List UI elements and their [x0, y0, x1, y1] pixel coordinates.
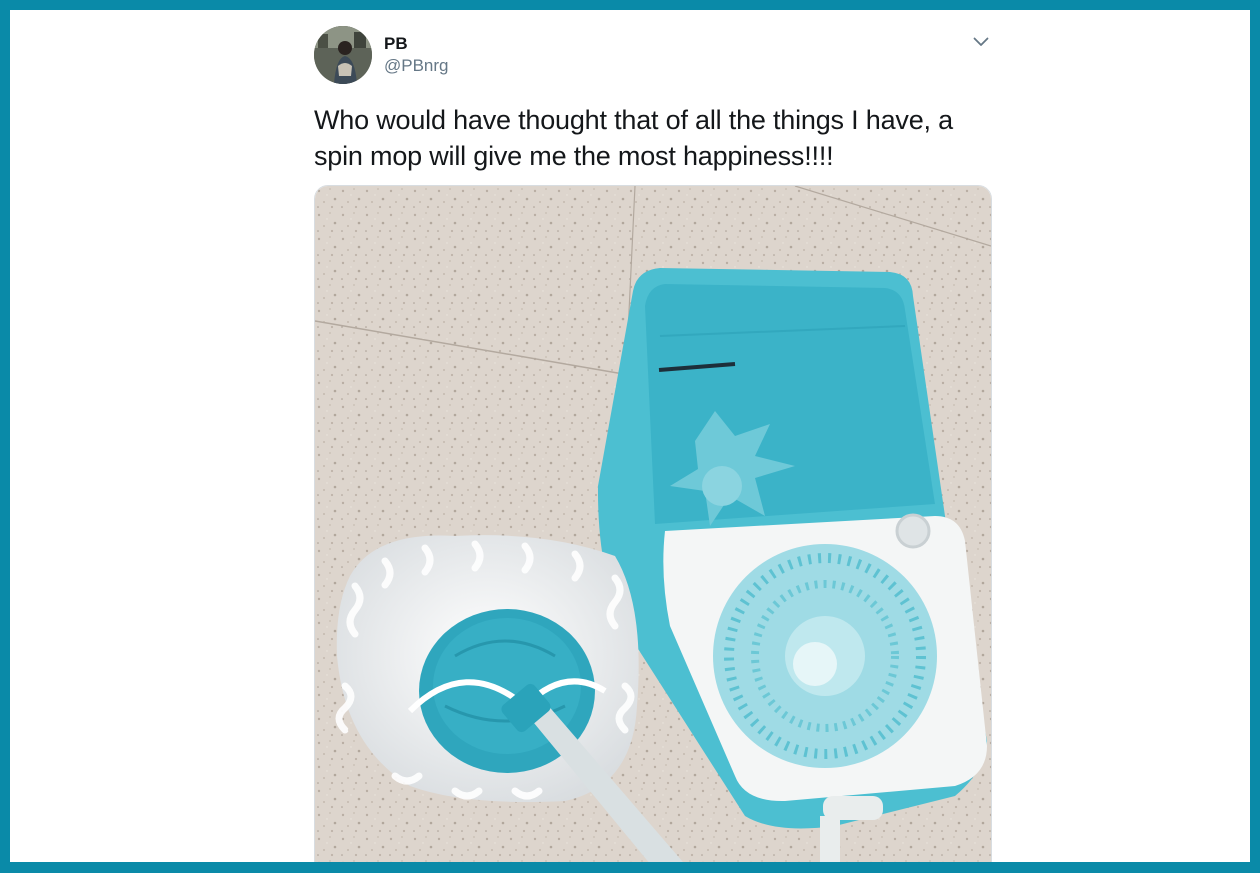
tweet-photo[interactable] [314, 185, 992, 862]
tweet-text: Who would have thought that of all the t… [314, 105, 953, 171]
tweet-card: PB @PBnrg Who would have thought that of… [10, 10, 1250, 862]
display-name[interactable]: PB [384, 34, 408, 54]
user-avatar[interactable] [314, 26, 372, 84]
chevron-down-icon[interactable] [970, 32, 992, 52]
avatar-photo-icon [314, 26, 372, 84]
user-handle[interactable]: @PBnrg [384, 56, 449, 76]
spin-mop-photo [315, 186, 991, 862]
